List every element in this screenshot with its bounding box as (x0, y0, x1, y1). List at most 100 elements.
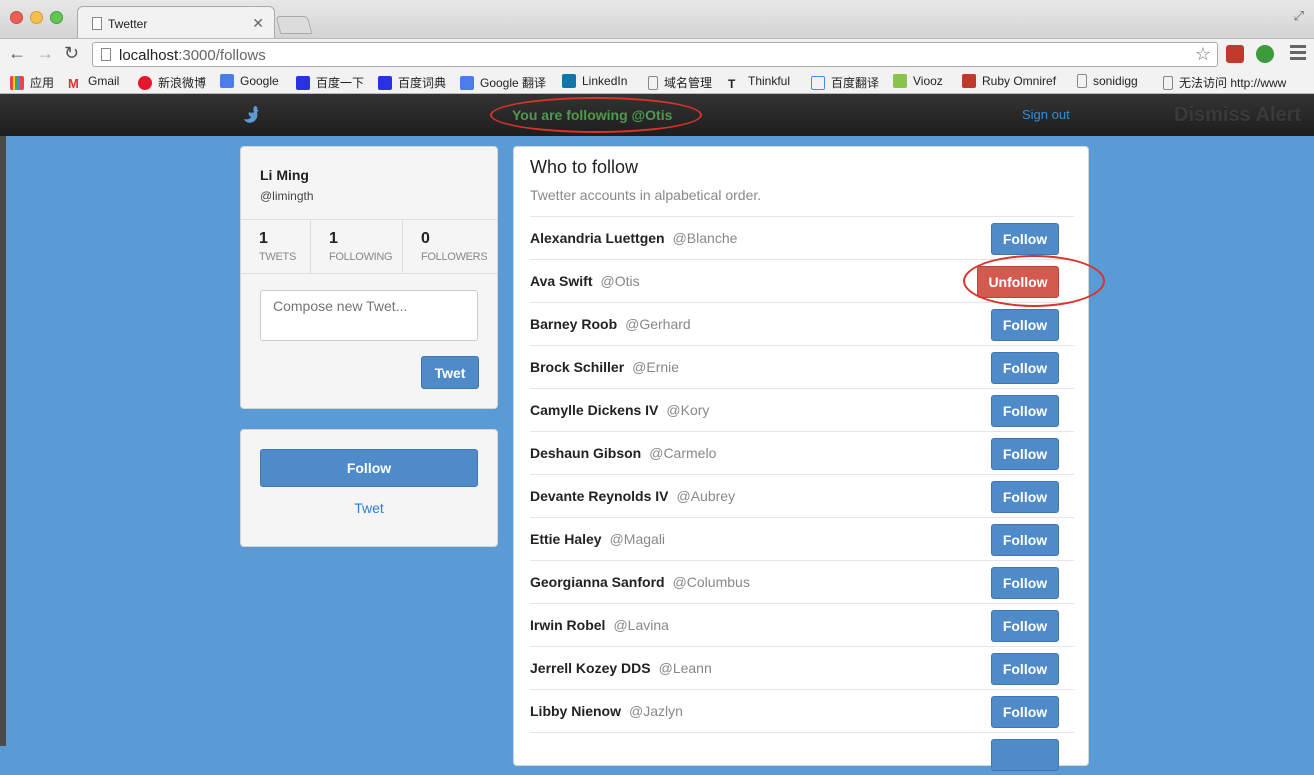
user-handle: @Gerhard (625, 316, 691, 332)
tab-close-icon[interactable]: ✕ (252, 15, 264, 32)
who-to-follow-card: Who to follow Twetter accounts in alpabe… (513, 146, 1089, 771)
user-name[interactable]: Irwin Robel (530, 617, 605, 633)
bookmark-star-icon[interactable]: ☆ (1195, 44, 1211, 65)
stat-tweets[interactable]: 1 TWETS (241, 220, 311, 273)
bookmark-viooz[interactable]: Viooz (893, 74, 943, 88)
user-row: Devante Reynolds IV @Aubrey Follow (530, 474, 1074, 517)
baidu-paw-icon (378, 76, 392, 90)
sign-out-link[interactable]: Sign out (1022, 107, 1070, 122)
close-window-button[interactable] (10, 11, 23, 24)
ruby-icon (962, 74, 976, 88)
user-name[interactable]: Jerrell Kozey DDS (530, 660, 651, 676)
user-name[interactable]: Camylle Dickens IV (530, 402, 658, 418)
profile-name: Li Ming (260, 167, 309, 183)
bookmark-label: Viooz (913, 74, 943, 88)
stat-label: FOLLOWERS (421, 251, 488, 263)
bookmark-google-translate[interactable]: Google 翻译 (460, 74, 546, 91)
compose-tweet-input[interactable] (260, 290, 478, 341)
bookmark-linkedin[interactable]: LinkedIn (562, 74, 627, 88)
page-icon (1163, 76, 1173, 90)
user-name[interactable]: Barney Roob (530, 316, 617, 332)
fullscreen-icon[interactable]: ⤢ (1294, 8, 1304, 24)
follow-button[interactable]: Follow (991, 438, 1059, 470)
extension-icon[interactable] (1226, 45, 1244, 63)
back-arrow-icon[interactable]: ← (8, 43, 26, 64)
stat-count: 1 (259, 230, 268, 247)
stat-count: 0 (421, 230, 430, 247)
follow-button[interactable]: Follow (991, 696, 1059, 728)
tweet-link[interactable]: Twet (241, 500, 497, 516)
bookmark-baidu-dict[interactable]: 百度词典 (378, 74, 446, 91)
follow-button[interactable] (991, 739, 1059, 771)
url-host: localhost (119, 47, 179, 64)
stat-followers[interactable]: 0 FOLLOWERS (403, 220, 497, 273)
annotation-circle (490, 97, 702, 133)
new-tab-button[interactable] (275, 16, 313, 34)
follow-button[interactable]: Follow (991, 309, 1059, 341)
dock-edge (0, 136, 6, 746)
user-handle: @Leann (658, 660, 712, 676)
bookmark-weibo[interactable]: 新浪微博 (138, 74, 206, 91)
follow-button[interactable]: Follow (991, 653, 1059, 685)
stat-following[interactable]: 1 FOLLOWING (311, 220, 403, 273)
bookmark-sonidigg[interactable]: sonidigg (1077, 74, 1138, 88)
linkedin-icon (562, 74, 576, 88)
user-name[interactable]: Alexandria Luettgen (530, 230, 665, 246)
bookmark-label: Ruby Omniref (982, 74, 1057, 88)
bookmark-domain[interactable]: 域名管理 (648, 74, 712, 91)
reload-icon[interactable]: ↻ (64, 43, 79, 64)
stat-label: TWETS (259, 251, 296, 263)
bookmark-gmail[interactable]: M Gmail (68, 74, 119, 91)
bookmark-apps[interactable]: 应用 (10, 74, 54, 91)
follow-button[interactable]: Follow (260, 449, 478, 487)
user-handle: @Columbus (672, 574, 750, 590)
follow-button[interactable]: Follow (991, 223, 1059, 255)
follow-button[interactable]: Follow (991, 610, 1059, 642)
follow-button[interactable]: Follow (991, 524, 1059, 556)
browser-titlebar: Twetter ✕ ⤢ (0, 0, 1314, 38)
bird-logo-icon[interactable] (242, 104, 264, 126)
bookmark-baidu[interactable]: 百度一下 (296, 74, 364, 91)
user-row: Camylle Dickens IV @Kory Follow (530, 388, 1074, 431)
bookmark-thinkful[interactable]: T Thinkful (728, 74, 790, 91)
url-text[interactable]: localhost:3000/follows (119, 47, 266, 64)
page-icon (648, 76, 658, 90)
app-navbar: You are following @Otis Sign out Dismiss… (0, 94, 1314, 136)
dismiss-alert-button[interactable]: Dismiss Alert (1174, 104, 1301, 127)
evernote-extension-icon[interactable] (1256, 45, 1274, 63)
address-bar[interactable]: localhost:3000/follows ☆ (92, 42, 1218, 67)
user-name[interactable]: Devante Reynolds IV (530, 488, 669, 504)
user-name[interactable]: Ettie Haley (530, 531, 602, 547)
bookmark-omniref[interactable]: Ruby Omniref (962, 74, 1056, 88)
bookmark-baidu-translate[interactable]: 百度翻译 (811, 74, 879, 91)
user-name[interactable]: Ava Swift (530, 273, 593, 289)
user-name[interactable]: Deshaun Gibson (530, 445, 641, 461)
profile-card: Li Ming @limingth 1 TWETS 1 FOLLOWING 0 … (240, 146, 498, 409)
user-row: Deshaun Gibson @Carmelo Follow (530, 431, 1074, 474)
zoom-window-button[interactable] (50, 11, 63, 24)
actions-card: Follow Twet (240, 429, 498, 547)
follow-button[interactable]: Follow (991, 352, 1059, 384)
bookmark-google[interactable]: Google (220, 74, 279, 88)
user-handle: @Otis (600, 273, 640, 289)
viooz-icon (893, 74, 907, 88)
follow-button[interactable]: Follow (991, 567, 1059, 599)
minimize-window-button[interactable] (30, 11, 43, 24)
stat-count: 1 (329, 230, 338, 247)
bookmark-label: sonidigg (1093, 74, 1138, 88)
forward-arrow-icon[interactable]: → (36, 43, 54, 64)
chrome-menu-icon[interactable] (1290, 45, 1306, 63)
bookmark-unreachable[interactable]: 无法访问 http://www (1163, 74, 1286, 91)
section-title: Who to follow (530, 157, 639, 177)
browser-tab[interactable]: Twetter ✕ (77, 6, 275, 38)
annotation-circle (963, 255, 1105, 307)
user-name[interactable]: Libby Nienow (530, 703, 621, 719)
user-handle: @Jazlyn (629, 703, 683, 719)
bookmark-label: 百度一下 (316, 76, 365, 90)
follow-button[interactable]: Follow (991, 395, 1059, 427)
user-handle: @Kory (666, 402, 710, 418)
user-name[interactable]: Georgianna Sanford (530, 574, 665, 590)
user-name[interactable]: Brock Schiller (530, 359, 624, 375)
tweet-button[interactable]: Twet (421, 356, 479, 389)
follow-button[interactable]: Follow (991, 481, 1059, 513)
